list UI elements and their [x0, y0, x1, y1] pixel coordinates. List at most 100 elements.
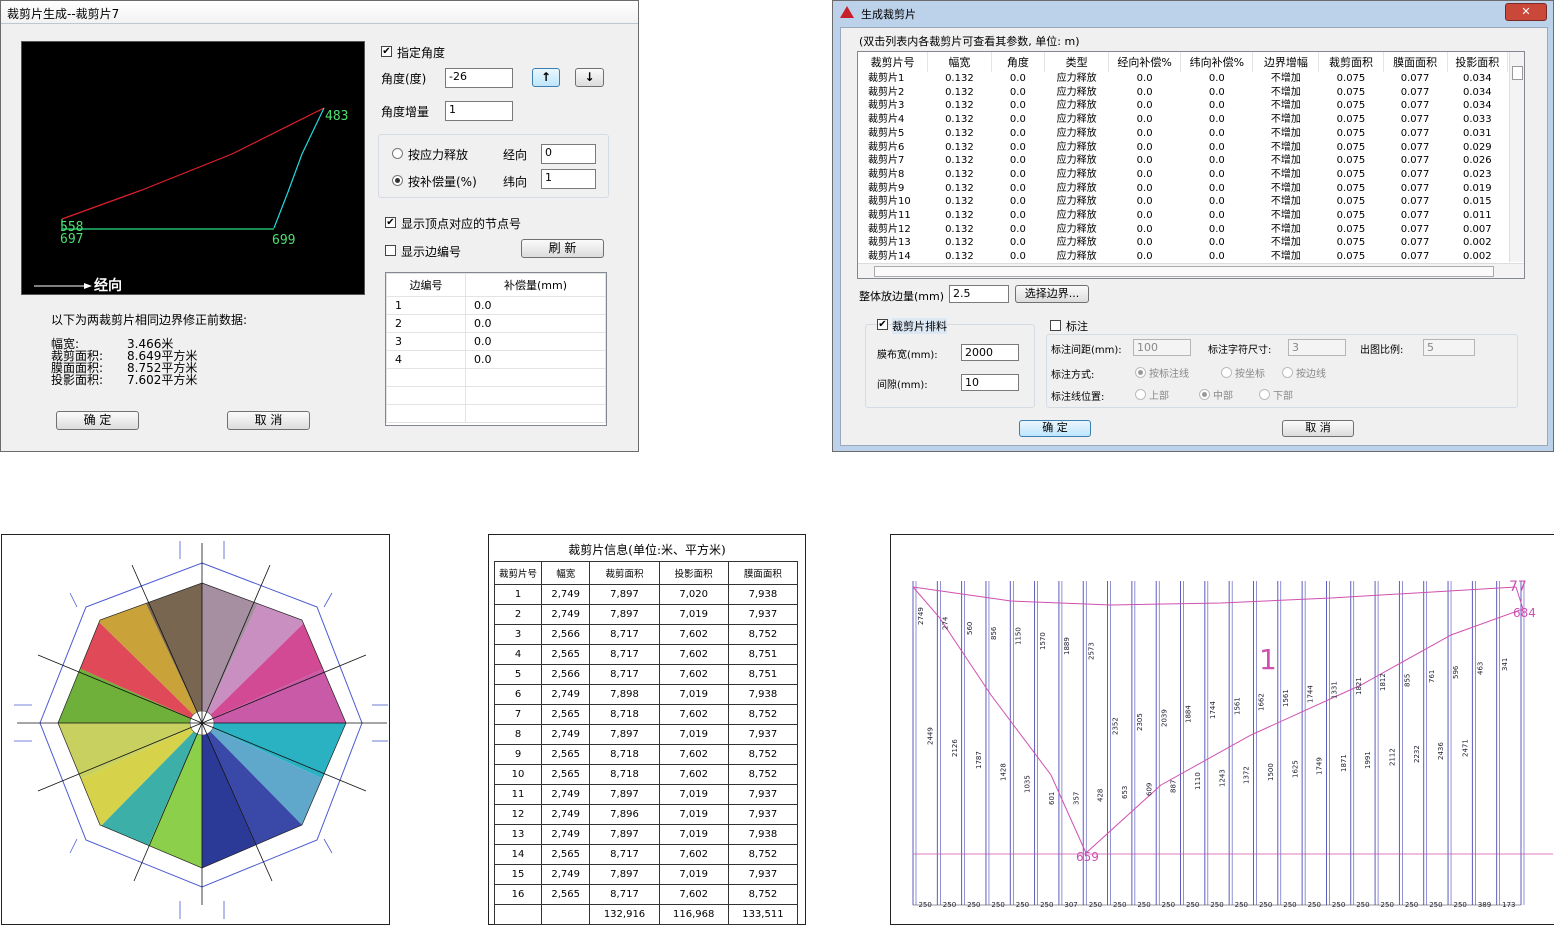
col-header[interactable]: 幅宽 — [927, 52, 992, 72]
radio-compensation[interactable] — [392, 175, 403, 186]
ok-button[interactable]: 确 定 — [1019, 420, 1091, 437]
table-row: 9 2,565 8,718 7,602 8,752 — [494, 744, 799, 765]
col-header[interactable]: 裁剪面积 — [1318, 52, 1384, 72]
col-header[interactable]: 投影面积 — [1447, 52, 1509, 72]
weft-input[interactable]: 1 — [541, 169, 596, 189]
table-cell: 4 — [494, 644, 542, 665]
table-row[interactable]: 1 0.0 — [386, 296, 606, 315]
list-item[interactable]: 裁剪片3 0.132 0.0 应力释放 0.0 0.0 不增加 0.075 0.077 0.034 — [858, 99, 1508, 113]
list-item[interactable]: 裁剪片14 0.132 0.0 应力释放 0.0 0.0 不增加 0.075 0.077 0.00… — [858, 250, 1508, 264]
col-header[interactable]: 裁剪片号 — [858, 52, 929, 72]
list-item[interactable]: 裁剪片4 0.132 0.0 应力释放 0.0 0.0 不增加 0.075 0.077 0.033 — [858, 113, 1508, 127]
vertical-scrollbar[interactable] — [1509, 52, 1524, 262]
list-item[interactable]: 裁剪片13 0.132 0.0 应力释放 0.0 0.0 不增加 0.075 0.077 0.00… — [858, 236, 1508, 250]
show-node-checkbox[interactable]: ✔ — [385, 217, 396, 228]
dimension-label: 1744 — [1209, 701, 1217, 719]
list-cell: 应力释放 — [1056, 127, 1097, 139]
dimension-label: 2126 — [951, 739, 959, 757]
radio-by-line[interactable] — [1135, 367, 1146, 378]
list-item[interactable]: 裁剪片1 0.132 0.0 应力释放 0.0 0.0 不增加 0.075 0.077 0.034 — [858, 72, 1508, 86]
show-edge-checkbox[interactable] — [385, 245, 396, 256]
scroll-thumb-h[interactable] — [874, 266, 1494, 277]
table-cell: 7,019 — [658, 684, 729, 705]
dimension-label: 2305 — [1136, 713, 1144, 731]
list-item[interactable]: 裁剪片12 0.132 0.0 应力释放 0.0 0.0 不增加 0.075 0.077 0.00… — [858, 223, 1508, 237]
list-item[interactable]: 裁剪片8 0.132 0.0 应力释放 0.0 0.0 不增加 0.075 0.077 0.023 — [858, 168, 1508, 182]
col-header-comp[interactable]: 补偿量(mm) — [465, 273, 606, 297]
scale-input[interactable]: 5 — [1423, 339, 1475, 356]
annotation-checkbox[interactable] — [1050, 320, 1061, 331]
stat-value: 7.602平方米 — [127, 373, 198, 387]
col-header[interactable]: 类型 — [1044, 52, 1110, 72]
list-item[interactable]: 裁剪片10 0.132 0.0 应力释放 0.0 0.0 不增加 0.075 0.077 0.01… — [858, 195, 1508, 209]
clip-piece-name: 裁剪片9 — [868, 182, 905, 194]
angle-up-button[interactable]: ↑ — [532, 68, 560, 87]
list-cell: 应力释放 — [1056, 73, 1097, 84]
annot-char-input[interactable]: 3 — [1288, 339, 1346, 356]
cancel-button[interactable]: 取 消 — [227, 411, 310, 430]
info-col-header: 膜面面积 — [727, 561, 799, 585]
list-item[interactable]: 裁剪片7 0.132 0.0 应力释放 0.0 0.0 不增加 0.075 0.077 0.026 — [858, 154, 1508, 168]
col-header[interactable]: 经向补偿% — [1108, 52, 1182, 72]
table-cell: 8 — [494, 724, 542, 745]
table-cell: 2,749 — [540, 824, 591, 845]
horizontal-scrollbar[interactable] — [858, 263, 1524, 278]
list-item[interactable]: 裁剪片11 0.132 0.0 应力释放 0.0 0.0 不增加 0.075 0.077 0.01… — [858, 209, 1508, 223]
col-header[interactable]: 边界增幅 — [1252, 52, 1320, 72]
table-cell: 2,565 — [540, 704, 591, 725]
select-border-button[interactable]: 选择边界... — [1015, 285, 1089, 303]
clip-piece-list[interactable]: 裁剪片号 幅宽 角度 类型 经向补偿% 纬向补偿% 边界增幅 裁剪面积 膜面面积… — [857, 51, 1525, 279]
dialog1-titlebar[interactable]: 裁剪片生成--裁剪片7 — [1, 1, 638, 24]
angle-increment-input[interactable]: 1 — [445, 101, 513, 121]
col-header-edge[interactable]: 边编号 — [386, 273, 466, 297]
list-cell: 0.077 — [1400, 141, 1430, 153]
cancel-button[interactable]: 取 消 — [1282, 420, 1354, 437]
list-cell: 0.0 — [1136, 210, 1153, 222]
bottom-dimension: 250 — [1308, 901, 1321, 909]
dialog2-body: (双击列表内各裁剪片可查看其参数, 单位: m) 裁剪片号 幅宽 角度 类型 经… — [840, 27, 1548, 446]
dialog2-titlebar[interactable]: 生成裁剪片 ✕ — [833, 1, 1553, 25]
radio-by-coord[interactable] — [1221, 367, 1232, 378]
list-item[interactable]: 裁剪片9 0.132 0.0 应力释放 0.0 0.0 不增加 0.075 0.077 0.019 — [858, 182, 1508, 196]
scroll-thumb[interactable] — [1512, 66, 1523, 80]
radio-top[interactable] — [1135, 389, 1146, 400]
list-item[interactable]: 裁剪片5 0.132 0.0 应力释放 0.0 0.0 不增加 0.075 0.077 0.031 — [858, 127, 1508, 141]
table-cell: 8,752 — [727, 844, 799, 865]
radio-stress-release[interactable] — [392, 148, 403, 159]
dimension-label: 1749 — [1316, 757, 1324, 775]
list-item[interactable]: 裁剪片2 0.132 0.0 应力释放 0.0 0.0 不增加 0.075 0.077 0.034 — [858, 86, 1508, 100]
gap-input[interactable]: 10 — [961, 374, 1019, 391]
dimension-label: 609 — [1145, 783, 1153, 796]
warp-input[interactable]: 0 — [541, 144, 596, 164]
clip-piece-name: 裁剪片8 — [868, 168, 905, 180]
radio-by-edge[interactable] — [1282, 367, 1293, 378]
list-item[interactable]: 裁剪片6 0.132 0.0 应力释放 0.0 0.0 不增加 0.075 0.077 0.029 — [858, 141, 1508, 155]
annotation-label: 标注 — [1066, 320, 1088, 333]
angle-input[interactable]: -26 — [445, 68, 513, 88]
col-header[interactable]: 角度 — [991, 52, 1046, 72]
dimension-label: 2232 — [1413, 745, 1421, 763]
cloth-width-input[interactable]: 2000 — [961, 344, 1019, 361]
close-icon[interactable]: ✕ — [1505, 3, 1547, 21]
col-header[interactable]: 膜面面积 — [1383, 52, 1448, 72]
dimension-label: 2352 — [1112, 717, 1120, 735]
radio-middle[interactable] — [1199, 389, 1210, 400]
table-row[interactable]: 3 0.0 — [386, 332, 606, 351]
refresh-button[interactable]: 刷 新 — [521, 239, 604, 258]
angle-down-button[interactable]: ↓ — [575, 68, 604, 87]
annot-spacing-input[interactable]: 100 — [1133, 339, 1191, 356]
table-cell: 2,565 — [540, 764, 591, 785]
layout-checkbox[interactable]: ✔ — [877, 319, 888, 330]
table-row[interactable]: 4 0.0 — [386, 350, 606, 369]
radio-bottom[interactable] — [1259, 389, 1270, 400]
table-row[interactable]: 2 0.0 — [386, 314, 606, 333]
dimension-label: 856 — [990, 626, 998, 640]
specify-angle-checkbox[interactable]: ✔ — [381, 46, 392, 57]
edge-compensation-grid[interactable]: 边编号 补偿量(mm) 1 0.0 2 0.0 3 0.0 4 0.0 — [385, 272, 607, 426]
ok-button[interactable]: 确 定 — [56, 411, 139, 430]
list-cell: 0.002 — [1462, 251, 1492, 263]
stat-key: 投影面积: — [51, 373, 104, 387]
overall-margin-input[interactable]: 2.5 — [949, 285, 1009, 303]
annot-pos-label: 标注线位置: — [1051, 392, 1105, 403]
col-header[interactable]: 纬向补偿% — [1180, 52, 1254, 72]
